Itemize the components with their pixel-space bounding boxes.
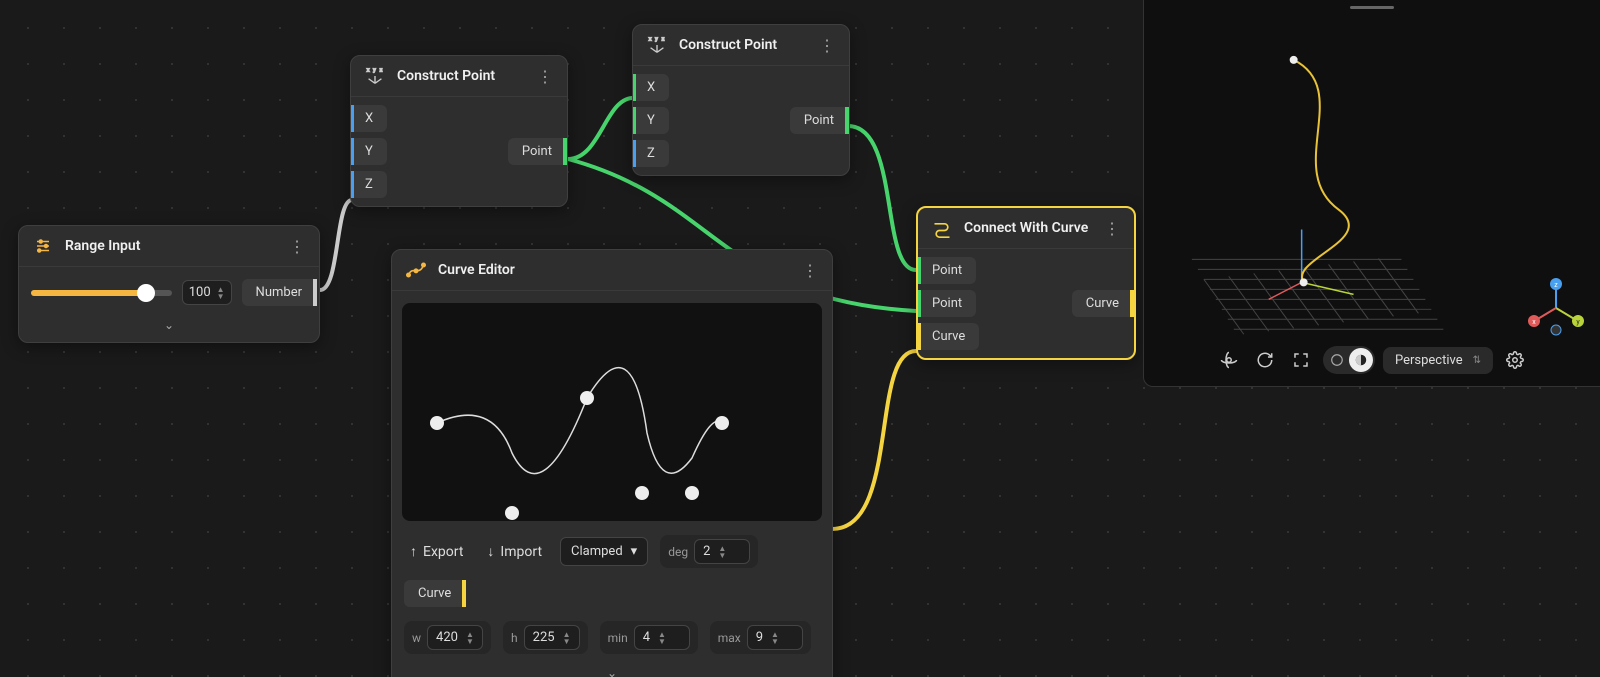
xyz-point-icon: xyz — [645, 33, 669, 57]
curve-connect-icon — [930, 216, 954, 240]
node-curve-editor[interactable]: Curve Editor ⋮ ↑ Export ↓ Import — [391, 249, 833, 677]
input-port-z[interactable]: Z — [351, 171, 387, 198]
curve-canvas[interactable] — [402, 303, 822, 521]
orbit-icon[interactable] — [1215, 346, 1243, 374]
output-port-curve[interactable]: Curve — [1072, 290, 1134, 317]
node-header[interactable]: Range Input ⋮ — [19, 226, 319, 267]
shading-toggle[interactable] — [1323, 346, 1375, 374]
stepper-icon[interactable]: ▲▼ — [563, 631, 571, 645]
input-port-point-1[interactable]: Point — [918, 257, 976, 284]
arrow-down-icon: ↓ — [487, 543, 494, 560]
stepper-icon[interactable]: ▲▼ — [658, 631, 666, 645]
svg-text:x: x — [367, 67, 370, 73]
input-port-z[interactable]: Z — [633, 140, 669, 167]
curve-path — [402, 303, 822, 521]
svg-text:y: y — [655, 36, 658, 42]
range-slider[interactable] — [31, 290, 172, 296]
expand-chevron-icon[interactable]: ⌄ — [29, 316, 309, 334]
min-input[interactable]: 4▲▼ — [634, 625, 690, 650]
node-menu-button[interactable]: ⋮ — [800, 261, 820, 280]
range-value-input[interactable]: 100 ▲▼ — [182, 280, 232, 305]
curve-editor-icon — [404, 258, 428, 282]
node-construct-point-1[interactable]: xyz Construct Point ⋮ X Y Point Z — [350, 55, 568, 207]
node-menu-button[interactable]: ⋮ — [535, 67, 555, 86]
input-port-x[interactable]: X — [351, 105, 387, 132]
node-construct-point-2[interactable]: xyz Construct Point ⋮ X Y Point Z — [632, 24, 850, 176]
max-input[interactable]: 9▲▼ — [747, 625, 803, 650]
input-port-y[interactable]: Y — [633, 107, 669, 134]
min-label: min — [608, 631, 628, 645]
curve-mode-select[interactable]: Clamped ▾ — [560, 537, 648, 566]
node-header[interactable]: Connect With Curve ⋮ — [918, 208, 1134, 249]
svg-text:x: x — [649, 36, 652, 42]
output-port-number[interactable]: Number — [242, 279, 317, 306]
degree-input-group: deg 2 ▲▼ — [660, 535, 758, 568]
h-label: h — [511, 631, 518, 645]
chevron-down-icon: ▾ — [631, 544, 638, 559]
node-menu-button[interactable]: ⋮ — [817, 36, 837, 55]
axis-gizmo[interactable]: z y x — [1526, 278, 1586, 338]
node-title: Curve Editor — [438, 262, 790, 278]
output-port-curve[interactable]: Curve — [404, 580, 466, 607]
input-port-y[interactable]: Y — [351, 138, 387, 165]
output-port-point[interactable]: Point — [790, 107, 849, 134]
refresh-icon[interactable] — [1251, 346, 1279, 374]
export-button[interactable]: ↑ Export — [404, 539, 469, 564]
height-input[interactable]: 225▲▼ — [524, 625, 580, 650]
svg-text:z: z — [662, 36, 665, 42]
expand-chevron-icon[interactable]: ⌄ — [402, 664, 822, 677]
import-button[interactable]: ↓ Import — [481, 539, 548, 564]
svg-text:y: y — [373, 67, 376, 73]
node-menu-button[interactable]: ⋮ — [287, 237, 307, 256]
projection-select[interactable]: Perspective ⇅ — [1383, 347, 1493, 374]
stepper-icon[interactable]: ▲▼ — [217, 286, 225, 300]
svg-text:x: x — [1532, 318, 1536, 326]
node-range-input[interactable]: Range Input ⋮ 100 ▲▼ Number ⌄ — [18, 225, 320, 343]
gear-icon — [1506, 351, 1524, 369]
degree-input[interactable]: 2 ▲▼ — [694, 539, 750, 564]
node-header[interactable]: xyz Construct Point ⋮ — [633, 25, 849, 66]
wireframe-mode-icon[interactable] — [1325, 348, 1349, 372]
node-title: Construct Point — [397, 68, 525, 84]
node-header[interactable]: xyz Construct Point ⋮ — [351, 56, 567, 97]
node-title: Construct Point — [679, 37, 807, 53]
range-value: 100 — [189, 285, 211, 300]
sliders-icon — [31, 234, 55, 258]
max-label: max — [718, 631, 741, 645]
stepper-icon[interactable]: ▲▼ — [466, 631, 474, 645]
settings-button[interactable] — [1501, 346, 1529, 374]
svg-text:z: z — [1554, 281, 1558, 289]
output-port-point[interactable]: Point — [508, 138, 567, 165]
svg-text:z: z — [380, 67, 383, 73]
node-connect-with-curve[interactable]: Connect With Curve ⋮ Point Point Curve C… — [916, 206, 1136, 360]
input-port-curve[interactable]: Curve — [918, 323, 979, 350]
node-title: Connect With Curve — [964, 220, 1092, 236]
stepper-icon[interactable]: ▲▼ — [771, 631, 779, 645]
solid-mode-icon[interactable] — [1349, 348, 1373, 372]
node-menu-button[interactable]: ⋮ — [1102, 219, 1122, 238]
node-title: Range Input — [65, 238, 277, 254]
xyz-point-icon: xyz — [363, 64, 387, 88]
arrow-up-icon: ↑ — [410, 543, 417, 560]
stepper-icon[interactable]: ▲▼ — [718, 545, 726, 559]
input-port-x[interactable]: X — [633, 74, 669, 101]
fullscreen-icon[interactable] — [1287, 346, 1315, 374]
deg-label: deg — [668, 545, 688, 559]
width-input[interactable]: 420▲▼ — [427, 625, 483, 650]
viewport-toolbar: Perspective ⇅ — [1215, 346, 1529, 374]
input-port-point-2[interactable]: Point — [918, 290, 976, 317]
node-header[interactable]: Curve Editor ⋮ — [392, 250, 832, 291]
select-arrows-icon: ⇅ — [1473, 355, 1481, 366]
slider-thumb[interactable] — [137, 284, 155, 302]
viewport-3d[interactable]: z y x Perspective ⇅ — [1143, 0, 1600, 387]
w-label: w — [412, 631, 421, 645]
